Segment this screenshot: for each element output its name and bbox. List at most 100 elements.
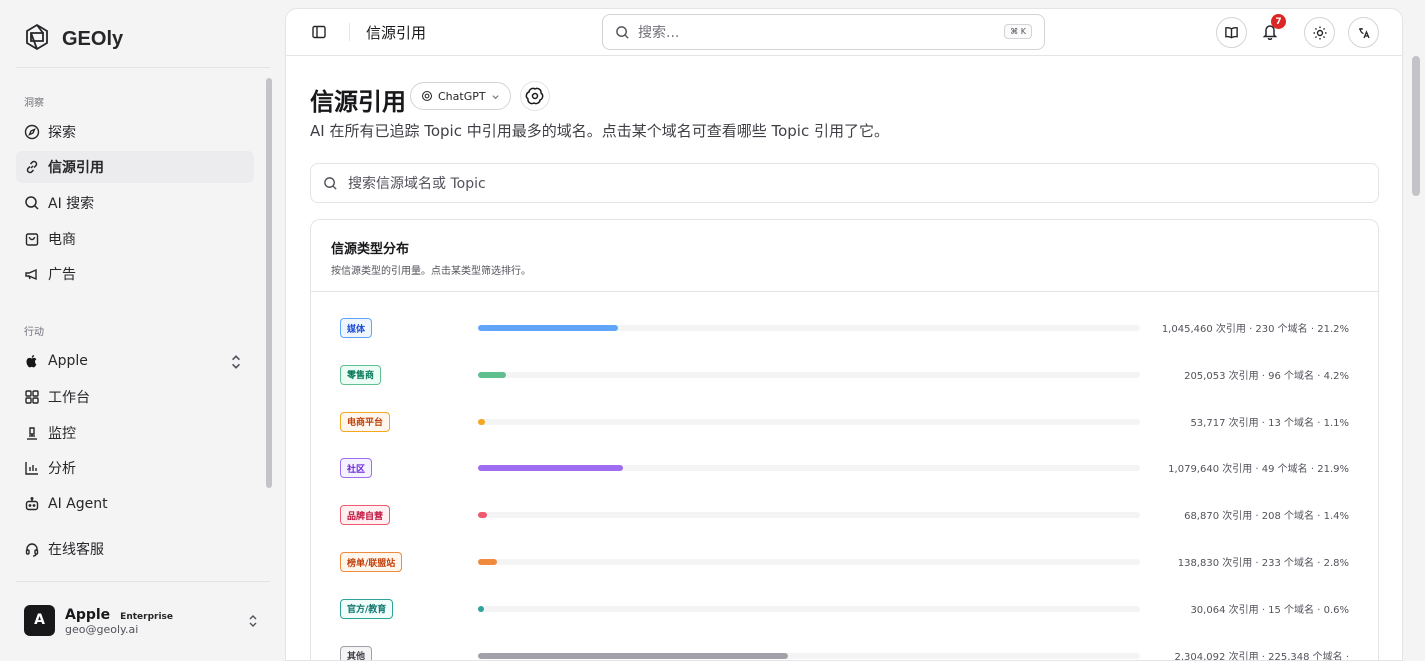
sidebar-item-workbench[interactable]: 工作台: [16, 381, 254, 413]
theme-toggle-button[interactable]: [1304, 17, 1335, 48]
bot-icon: [25, 497, 39, 511]
sidebar-item-ai-agent[interactable]: AI Agent: [16, 488, 254, 520]
sidebar-item-monitoring[interactable]: 监控: [16, 417, 254, 449]
sidebar-item-analytics[interactable]: 分析: [16, 452, 254, 484]
sun-icon: [1313, 26, 1326, 39]
source-type-stats: 205,053 次引用 · 96 个域名 · 4.2%: [1184, 370, 1349, 382]
search-icon: [25, 196, 39, 210]
source-type-row[interactable]: 媒体 1,045,460 次引用 · 230 个域名 · 21.2%: [311, 318, 1378, 342]
source-type-tag[interactable]: 社区: [340, 458, 373, 479]
model-selector-label: ChatGPT: [438, 89, 486, 103]
group-label-actions: 行动: [24, 327, 44, 338]
card-description: 按信源类型的引用量。点击某类型筛选排行。: [331, 266, 531, 277]
chevron-up-down-icon[interactable]: [246, 614, 260, 628]
book-icon: [1225, 26, 1238, 39]
share-bar-track: [478, 652, 1140, 659]
card-title: 信源类型分布: [331, 242, 410, 257]
share-bar-track: [478, 512, 1140, 519]
grid-icon: [25, 390, 39, 404]
sidebar-item-label: AI 搜索: [48, 196, 95, 212]
translate-icon: [1358, 27, 1370, 38]
breadcrumb: 信源引用: [366, 24, 427, 42]
source-type-stats: 53,717 次引用 · 13 个域名 · 1.1%: [1190, 417, 1349, 429]
sidebar-item-label: 探索: [48, 125, 76, 141]
source-type-tag[interactable]: 媒体: [340, 318, 373, 338]
openai-icon: [421, 90, 433, 102]
source-type-row[interactable]: 其他 2,304,092 次引用 · 225,348 个域名 ·: [311, 645, 1378, 661]
source-type-tag[interactable]: 品牌自营: [340, 505, 391, 526]
source-type-row[interactable]: 官方/教育 30,064 次引用 · 15 个域名 · 0.6%: [311, 598, 1378, 623]
share-bar-track: [478, 371, 1140, 378]
avatar: A: [24, 604, 55, 636]
sidebar-item-support[interactable]: 在线客服: [16, 533, 254, 565]
compass-icon: [24, 124, 40, 140]
source-type-row[interactable]: 榜单/联盟站 138,830 次引用 · 233 个域名 · 2.8%: [311, 552, 1378, 576]
user-menu[interactable]: A Apple Enterprise geo@geoly.ai: [24, 604, 173, 636]
source-search-input[interactable]: 搜索信源域名或 Topic: [310, 163, 1379, 203]
sidebar-item-source-citations[interactable]: 信源引用: [16, 151, 254, 183]
brand-selector-label: Apple: [48, 353, 88, 369]
sidebar-scrollbar[interactable]: [266, 78, 272, 488]
sidebar-item-ads[interactable]: 广告: [16, 258, 254, 290]
docs-button[interactable]: [1216, 17, 1247, 48]
brand-logo[interactable]: GEOly: [22, 22, 123, 56]
sidebar-item-label: 广告: [48, 267, 76, 283]
global-search-input[interactable]: 搜索... ⌘ K: [602, 14, 1045, 50]
page-subtitle: AI 在所有已追踪 Topic 中引用最多的域名。点击某个域名可查看哪些 Top…: [310, 122, 889, 140]
search-icon: [324, 176, 337, 190]
brand-selector[interactable]: Apple: [16, 345, 254, 377]
user-email: geo@geoly.ai: [65, 623, 139, 636]
shopping-bag-icon: [25, 233, 39, 246]
source-search-placeholder: 搜索信源域名或 Topic: [348, 176, 486, 192]
sidebar-item-label: 工作台: [48, 390, 90, 406]
source-type-stats: 68,870 次引用 · 208 个域名 · 1.4%: [1184, 511, 1349, 523]
source-type-stats: 1,079,640 次引用 · 49 个域名 · 21.9%: [1168, 464, 1349, 476]
sidebar-divider: [16, 581, 270, 582]
source-type-row[interactable]: 电商平台 53,717 次引用 · 13 个域名 · 1.1%: [311, 411, 1378, 436]
topbar-divider: [349, 23, 350, 41]
share-bar-track: [478, 325, 1140, 331]
source-type-tag[interactable]: 电商平台: [340, 411, 391, 432]
sidebar-item-label: AI Agent: [48, 496, 108, 512]
plan-badge: Enterprise: [120, 612, 173, 622]
share-bar-track: [478, 605, 1140, 612]
source-type-stats: 30,064 次引用 · 15 个域名 · 0.6%: [1190, 604, 1349, 616]
chevron-down-icon: [492, 94, 499, 99]
source-type-tag[interactable]: 榜单/联盟站: [340, 552, 403, 572]
notification-badge: 7: [1271, 14, 1286, 29]
source-type-stats: 2,304,092 次引用 · 225,348 个域名 ·: [1174, 651, 1350, 661]
model-selector[interactable]: ChatGPT: [410, 82, 511, 110]
main-scrollbar[interactable]: [1412, 56, 1420, 196]
source-type-tag[interactable]: 零售商: [340, 364, 382, 385]
share-bar-fill: [478, 371, 506, 378]
source-type-row[interactable]: 社区 1,079,640 次引用 · 49 个域名 · 21.9%: [311, 458, 1378, 482]
headset-icon: [25, 543, 39, 557]
page-title: 信源引用: [310, 88, 406, 116]
sidebar-item-ecommerce[interactable]: 电商: [16, 223, 254, 255]
sidebar-item-ai-search[interactable]: AI 搜索: [16, 187, 254, 219]
source-type-tag[interactable]: 其他: [340, 645, 373, 660]
sidebar-item-label: 信源引用: [48, 160, 104, 176]
sidebar-toggle-icon[interactable]: [311, 24, 327, 40]
sidebar-item-explore[interactable]: 探索: [16, 116, 254, 148]
group-label-insights: 洞察: [24, 98, 44, 109]
source-type-distribution-card: 信源类型分布 按信源类型的引用量。点击某类型筛选排行。 媒体 1,045,460 …: [310, 219, 1379, 661]
share-bar-fill: [478, 418, 486, 425]
source-type-stats: 138,830 次引用 · 233 个域名 · 2.8%: [1177, 558, 1349, 569]
apple-icon: [26, 355, 37, 368]
sidebar-divider: [16, 67, 270, 68]
source-type-row[interactable]: 品牌自营 68,870 次引用 · 208 个域名 · 1.4%: [311, 505, 1378, 529]
search-icon: [616, 25, 629, 39]
source-type-tag[interactable]: 官方/教育: [340, 598, 394, 619]
share-bar-fill: [478, 325, 619, 331]
language-button[interactable]: [1348, 17, 1379, 48]
brand-name: GEOly: [62, 27, 124, 50]
monitor-icon: [27, 427, 37, 440]
share-bar-track: [478, 418, 1140, 425]
source-type-row[interactable]: 零售商 205,053 次引用 · 96 个域名 · 4.2%: [311, 364, 1378, 389]
share-bar-track: [478, 465, 1140, 472]
sidebar-item-label: 在线客服: [48, 542, 104, 558]
share-bar-fill: [478, 652, 788, 659]
megaphone-icon: [25, 268, 37, 281]
topbar: 信源引用 搜索... ⌘ K 7: [286, 9, 1402, 56]
